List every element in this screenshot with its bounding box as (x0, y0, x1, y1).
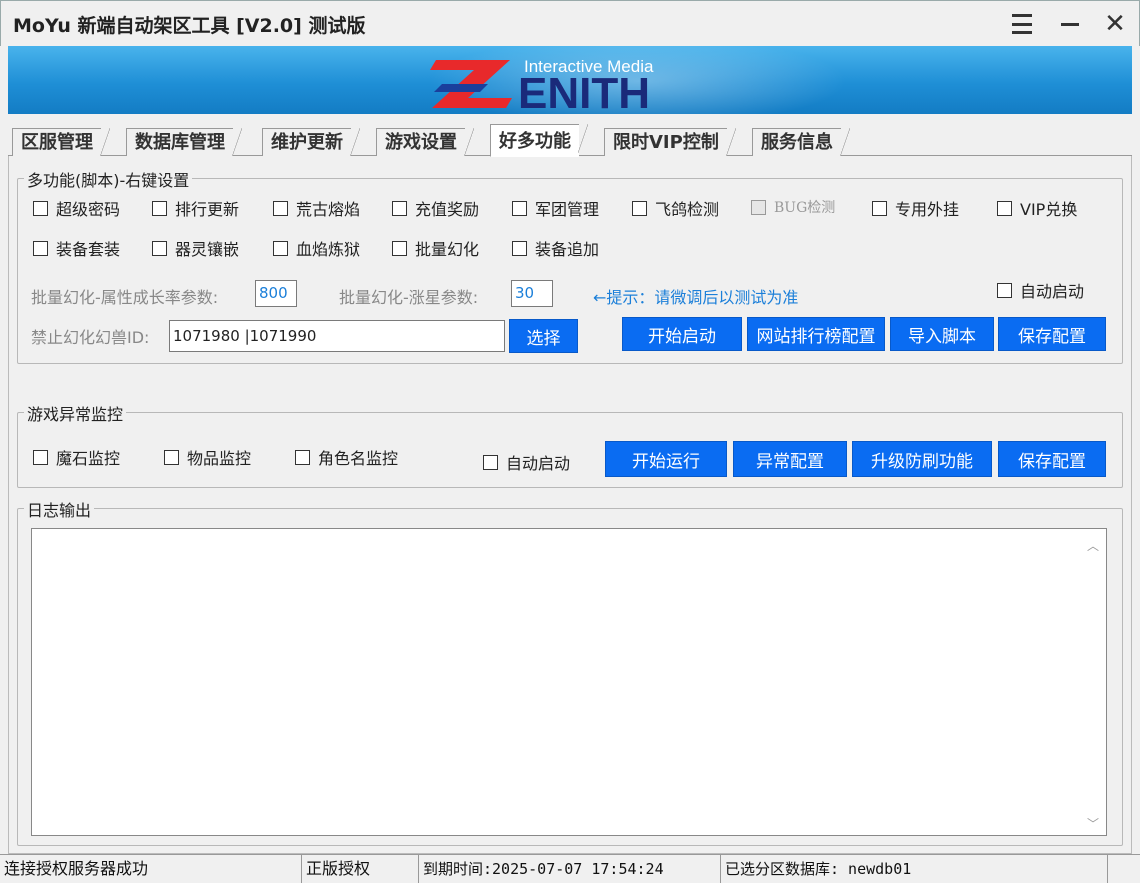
checkbox-equipment-append[interactable]: 装备追加 (512, 236, 599, 260)
tab-game-settings[interactable]: 游戏设置 (376, 128, 474, 157)
title-bar: MoYu 新端自动架区工具 [V2.0] 测试版 ✕ (0, 0, 1140, 46)
scroll-up-icon[interactable]: ︿ (1086, 537, 1100, 553)
minimize-icon[interactable] (1052, 7, 1088, 41)
save-config-button-multi[interactable]: 保存配置 (998, 317, 1106, 351)
website-rank-config-button[interactable]: 网站排行榜配置 (747, 317, 885, 351)
tab-maintenance-update[interactable]: 维护更新 (262, 128, 360, 157)
checkbox-equipment-set[interactable]: 装备套装 (33, 236, 120, 260)
ban-id-input[interactable]: 1071980 |1071990 (169, 320, 505, 352)
checkbox-spirit-inlay[interactable]: 器灵镶嵌 (152, 236, 239, 260)
tab-service-info[interactable]: 服务信息 (752, 128, 850, 157)
anomaly-config-button[interactable]: 异常配置 (733, 441, 847, 477)
main-panel: 多功能(脚本)-右键设置 超级密码 排行更新 荒古熔焰 充值奖励 军团管理 飞鸽… (8, 156, 1132, 854)
checkbox-batch-transform[interactable]: 批量幻化 (392, 236, 479, 260)
checkbox-role-name-monitor[interactable]: 角色名监控 (295, 445, 398, 469)
banner: Interactive Media ENITH (8, 46, 1132, 114)
tab-vip-control[interactable]: 限时VIP控制 (604, 128, 736, 157)
checkbox-ancient-flame[interactable]: 荒古熔焰 (273, 196, 360, 220)
start-run-button[interactable]: 开始运行 (605, 441, 727, 477)
select-button[interactable]: 选择 (509, 319, 578, 353)
checkbox-bug-check: BUG检测 (751, 197, 835, 217)
status-license: 正版授权 (302, 855, 419, 883)
menu-icon[interactable] (1004, 7, 1040, 41)
ban-id-label: 禁止幻化幻兽ID: (31, 328, 150, 347)
star-param-input[interactable]: 30 (511, 280, 553, 307)
zenith-logo: Interactive Media ENITH (428, 50, 728, 114)
scroll-down-icon[interactable]: ﹀ (1086, 815, 1100, 831)
checkbox-item-monitor[interactable]: 物品监控 (164, 445, 251, 469)
tab-database-management[interactable]: 数据库管理 (126, 128, 242, 157)
tab-server-management[interactable]: 区服管理 (12, 128, 110, 157)
checkbox-blood-flame-purgatory[interactable]: 血焰炼狱 (273, 236, 360, 260)
growth-rate-label: 批量幻化-属性成长率参数: (31, 288, 219, 307)
import-script-button[interactable]: 导入脚本 (890, 317, 994, 351)
checkbox-super-password[interactable]: 超级密码 (33, 196, 120, 220)
start-launch-button[interactable]: 开始启动 (622, 317, 742, 351)
save-config-button-monitor[interactable]: 保存配置 (998, 441, 1106, 477)
close-icon[interactable]: ✕ (1097, 7, 1133, 41)
growth-rate-input[interactable]: 800 (255, 280, 297, 307)
status-connection: 连接授权服务器成功 (0, 855, 302, 883)
checkbox-rank-update[interactable]: 排行更新 (152, 196, 239, 220)
tab-multi-functions[interactable]: 好多功能 (490, 124, 588, 157)
multi-function-title: 多功能(脚本)-右键设置 (24, 167, 193, 191)
star-param-label: 批量幻化-涨星参数: (339, 288, 479, 307)
checkbox-auto-start-multi[interactable]: 自动启动 (997, 278, 1084, 302)
checkbox-pigeon-check[interactable]: 飞鸽检测 (632, 196, 719, 220)
checkbox-legion-management[interactable]: 军团管理 (512, 196, 599, 220)
log-output[interactable]: ︿ ﹀ (31, 528, 1107, 836)
upgrade-anti-cheat-button[interactable]: 升级防刷功能 (852, 441, 992, 477)
status-expiry: 到期时间:2025-07-07 17:54:24 (419, 855, 721, 883)
window-title: MoYu 新端自动架区工具 [V2.0] 测试版 (13, 15, 366, 37)
monitor-title: 游戏异常监控 (24, 401, 127, 425)
status-bar: 连接授权服务器成功 正版授权 到期时间:2025-07-07 17:54:24 … (0, 854, 1140, 883)
tab-strip: 区服管理 数据库管理 维护更新 游戏设置 好多功能 限时VIP控制 服务信息 (8, 124, 1132, 157)
checkbox-auto-start-monitor[interactable]: 自动启动 (483, 450, 570, 474)
checkbox-dedicated-plugin[interactable]: 专用外挂 (872, 196, 959, 220)
checkbox-recharge-reward[interactable]: 充值奖励 (392, 196, 479, 220)
status-database: 已选分区数据库: newdb01 (721, 855, 1108, 883)
banner-brand: ENITH (518, 69, 650, 112)
log-title: 日志输出 (24, 497, 95, 521)
hint-text: ←提示：请微调后以测试为准 (593, 288, 799, 307)
checkbox-vip-exchange[interactable]: VIP兑换 (997, 196, 1077, 220)
checkbox-magic-stone-monitor[interactable]: 魔石监控 (33, 445, 120, 469)
